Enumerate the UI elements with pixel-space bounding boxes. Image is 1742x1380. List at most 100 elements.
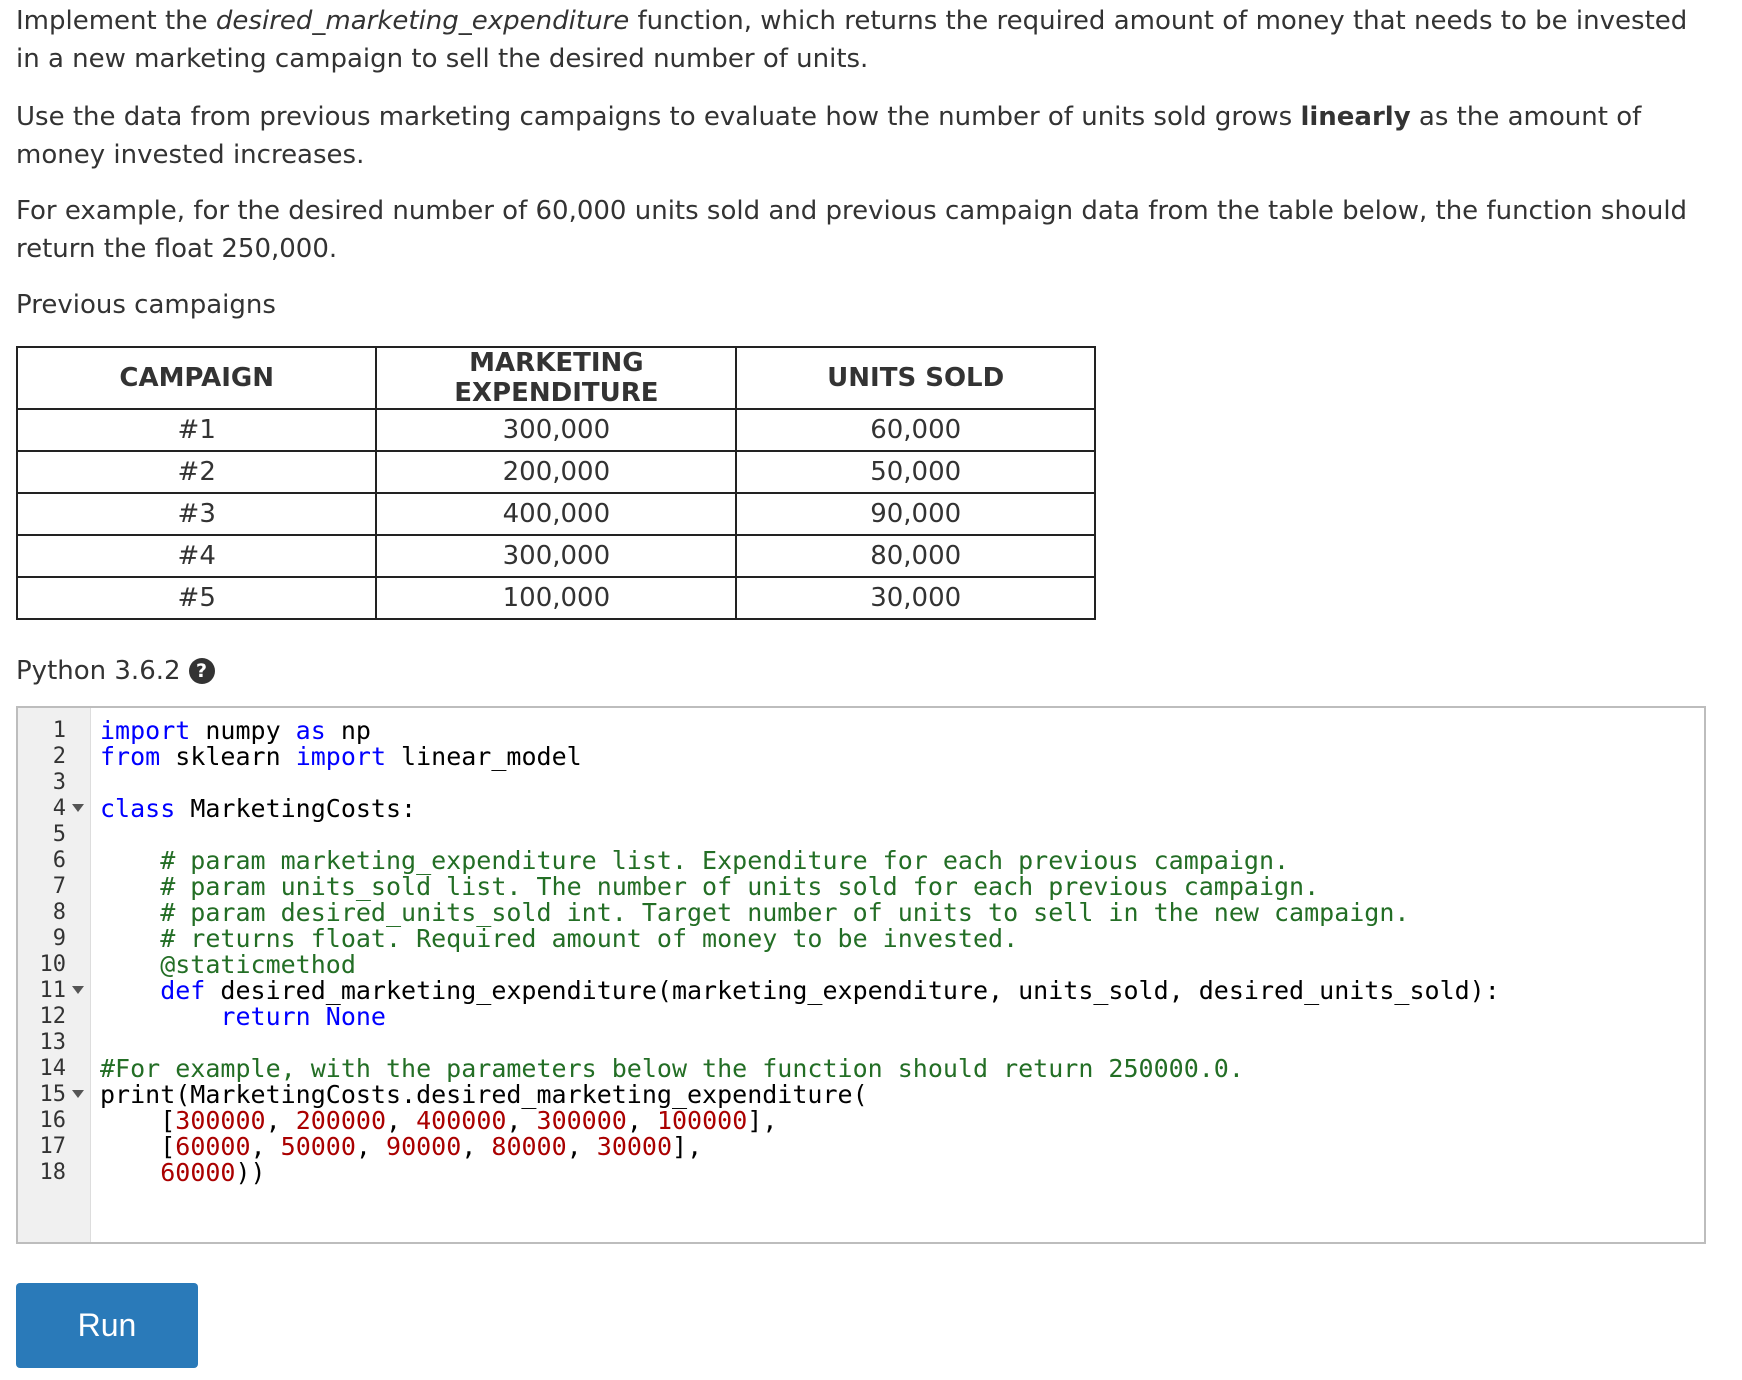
table-cell: 300,000 bbox=[375, 534, 738, 578]
code-text: , bbox=[626, 1106, 657, 1135]
code-text: MarketingCosts: bbox=[175, 794, 417, 823]
line-number: 1 bbox=[52, 718, 66, 743]
line-number: 18 bbox=[39, 1160, 67, 1185]
text: Implement the bbox=[16, 6, 216, 36]
linear-hint-paragraph: Use the data from previous marketing cam… bbox=[16, 98, 1716, 174]
code-text: np bbox=[325, 716, 371, 745]
fold-arrow-icon[interactable] bbox=[72, 986, 84, 994]
keyword: import bbox=[295, 742, 386, 771]
number-literal: 300000 bbox=[536, 1106, 627, 1135]
example-paragraph: For example, for the desired number of 6… bbox=[16, 196, 1688, 264]
code-text: , bbox=[355, 1132, 387, 1161]
fold-arrow-icon[interactable] bbox=[72, 1090, 84, 1098]
code-text: sklearn bbox=[160, 742, 296, 771]
table-cell: #1 bbox=[15, 408, 378, 452]
code-comment: # param units_sold list. The number of u… bbox=[100, 872, 1320, 901]
line-number-gutter: 1 2 3 4 5 6 7 8 9 10 11 12 13 14 15 16 1… bbox=[18, 708, 91, 1242]
table-cell: 100,000 bbox=[375, 576, 738, 620]
table-row: #4 300,000 80,000 bbox=[15, 534, 1096, 578]
keyword: def bbox=[100, 976, 206, 1005]
code-text: desired_marketing_expenditure(marketing_… bbox=[205, 976, 1500, 1005]
code-line: [60000, 50000, 90000, 80000, 30000], bbox=[100, 1134, 702, 1160]
language-label: Python 3.6.2 bbox=[16, 656, 181, 686]
keyword: from bbox=[100, 742, 161, 771]
question-circle-icon[interactable]: ? bbox=[188, 658, 215, 684]
line-number: 6 bbox=[52, 848, 66, 873]
number-literal: 400000 bbox=[416, 1106, 507, 1135]
code-line: from sklearn import linear_model bbox=[100, 744, 582, 770]
code-line: 60000)) bbox=[100, 1158, 265, 1187]
code-text: numpy bbox=[190, 716, 296, 745]
keyword: class bbox=[100, 794, 176, 823]
code-editor[interactable]: 1 2 3 4 5 6 7 8 9 10 11 12 13 14 15 16 1… bbox=[16, 706, 1706, 1244]
text: Use the data from previous marketing cam… bbox=[16, 102, 1301, 132]
keyword: as bbox=[295, 716, 326, 745]
table-cell: #5 bbox=[15, 576, 378, 620]
line-number: 4 bbox=[52, 796, 66, 821]
code-text: [ bbox=[100, 1106, 176, 1135]
number-literal: 60000 bbox=[160, 1158, 236, 1187]
line-number: 11 bbox=[39, 978, 67, 1003]
table-cell: #4 bbox=[15, 534, 378, 578]
line-number: 5 bbox=[52, 822, 66, 847]
table-cell: #3 bbox=[15, 492, 378, 536]
line-number: 16 bbox=[39, 1108, 67, 1133]
line-number: 10 bbox=[39, 952, 67, 977]
table-row: #1 300,000 60,000 bbox=[15, 408, 1096, 452]
line-number: 14 bbox=[39, 1056, 67, 1081]
number-literal: 30000 bbox=[596, 1132, 673, 1161]
number-literal: 90000 bbox=[386, 1132, 462, 1161]
code-text: , bbox=[250, 1132, 281, 1161]
table-cell: 50,000 bbox=[735, 450, 1096, 494]
line-number: 13 bbox=[39, 1030, 67, 1055]
table-row: #3 400,000 90,000 bbox=[15, 492, 1096, 536]
code-text: ], bbox=[672, 1132, 703, 1161]
code-line: [300000, 200000, 400000, 300000, 100000]… bbox=[100, 1108, 777, 1134]
code-line: print(MarketingCosts.desired_marketing_e… bbox=[100, 1080, 868, 1109]
line-number: 9 bbox=[52, 926, 66, 951]
keyword: import bbox=[100, 716, 191, 745]
table-row: #2 200,000 50,000 bbox=[15, 450, 1096, 494]
table-cell: 30,000 bbox=[735, 576, 1096, 620]
previous-campaigns-table: CAMPAIGN MARKETING EXPENDITURE UNITS SOL… bbox=[15, 346, 1096, 620]
emphasis-linearly: linearly bbox=[1300, 102, 1411, 132]
code-comment: # returns float. Required amount of mone… bbox=[100, 924, 1019, 953]
code-text: [ bbox=[100, 1132, 176, 1161]
number-literal: 80000 bbox=[491, 1132, 567, 1161]
table-cell: 60,000 bbox=[735, 408, 1096, 452]
code-comment: # param marketing_expenditure list. Expe… bbox=[100, 846, 1290, 875]
table-cell: #2 bbox=[15, 450, 378, 494]
number-literal: 60000 bbox=[175, 1132, 251, 1161]
code-line: def desired_marketing_expenditure(market… bbox=[100, 978, 1500, 1004]
code-line: return None bbox=[100, 1004, 386, 1030]
table-cell: 400,000 bbox=[375, 492, 738, 536]
table-caption: Previous campaigns bbox=[16, 290, 276, 320]
line-number: 8 bbox=[52, 900, 66, 925]
keyword: return bbox=[100, 1002, 311, 1031]
table-row: #5 100,000 30,000 bbox=[15, 576, 1096, 620]
code-comment: # param desired_units_sold int. Target n… bbox=[100, 898, 1410, 927]
code-text: , bbox=[386, 1106, 417, 1135]
code-line: import numpy as np bbox=[100, 718, 371, 744]
table-cell: 300,000 bbox=[375, 408, 738, 452]
code-text: , bbox=[566, 1132, 597, 1161]
function-name: desired_marketing_expenditure bbox=[215, 6, 630, 36]
line-number: 7 bbox=[52, 874, 66, 899]
code-line: class MarketingCosts: bbox=[100, 796, 416, 822]
column-header-marketing-expenditure: MARKETING EXPENDITURE bbox=[375, 346, 738, 410]
code-text: , bbox=[461, 1132, 492, 1161]
task-description-paragraph: Implement the desired_marketing_expendit… bbox=[16, 2, 1716, 78]
line-number: 12 bbox=[39, 1004, 67, 1029]
column-header-campaign: CAMPAIGN bbox=[15, 346, 378, 410]
run-button[interactable]: Run bbox=[16, 1283, 198, 1368]
number-literal: 300000 bbox=[175, 1106, 266, 1135]
fold-arrow-icon[interactable] bbox=[72, 804, 84, 812]
line-number: 15 bbox=[39, 1082, 67, 1107]
line-number: 2 bbox=[52, 744, 66, 769]
table-cell: 80,000 bbox=[735, 534, 1096, 578]
code-decorator: @staticmethod bbox=[100, 950, 356, 979]
code-text: , bbox=[265, 1106, 296, 1135]
code-text: ], bbox=[747, 1106, 778, 1135]
table-cell: 90,000 bbox=[735, 492, 1096, 536]
